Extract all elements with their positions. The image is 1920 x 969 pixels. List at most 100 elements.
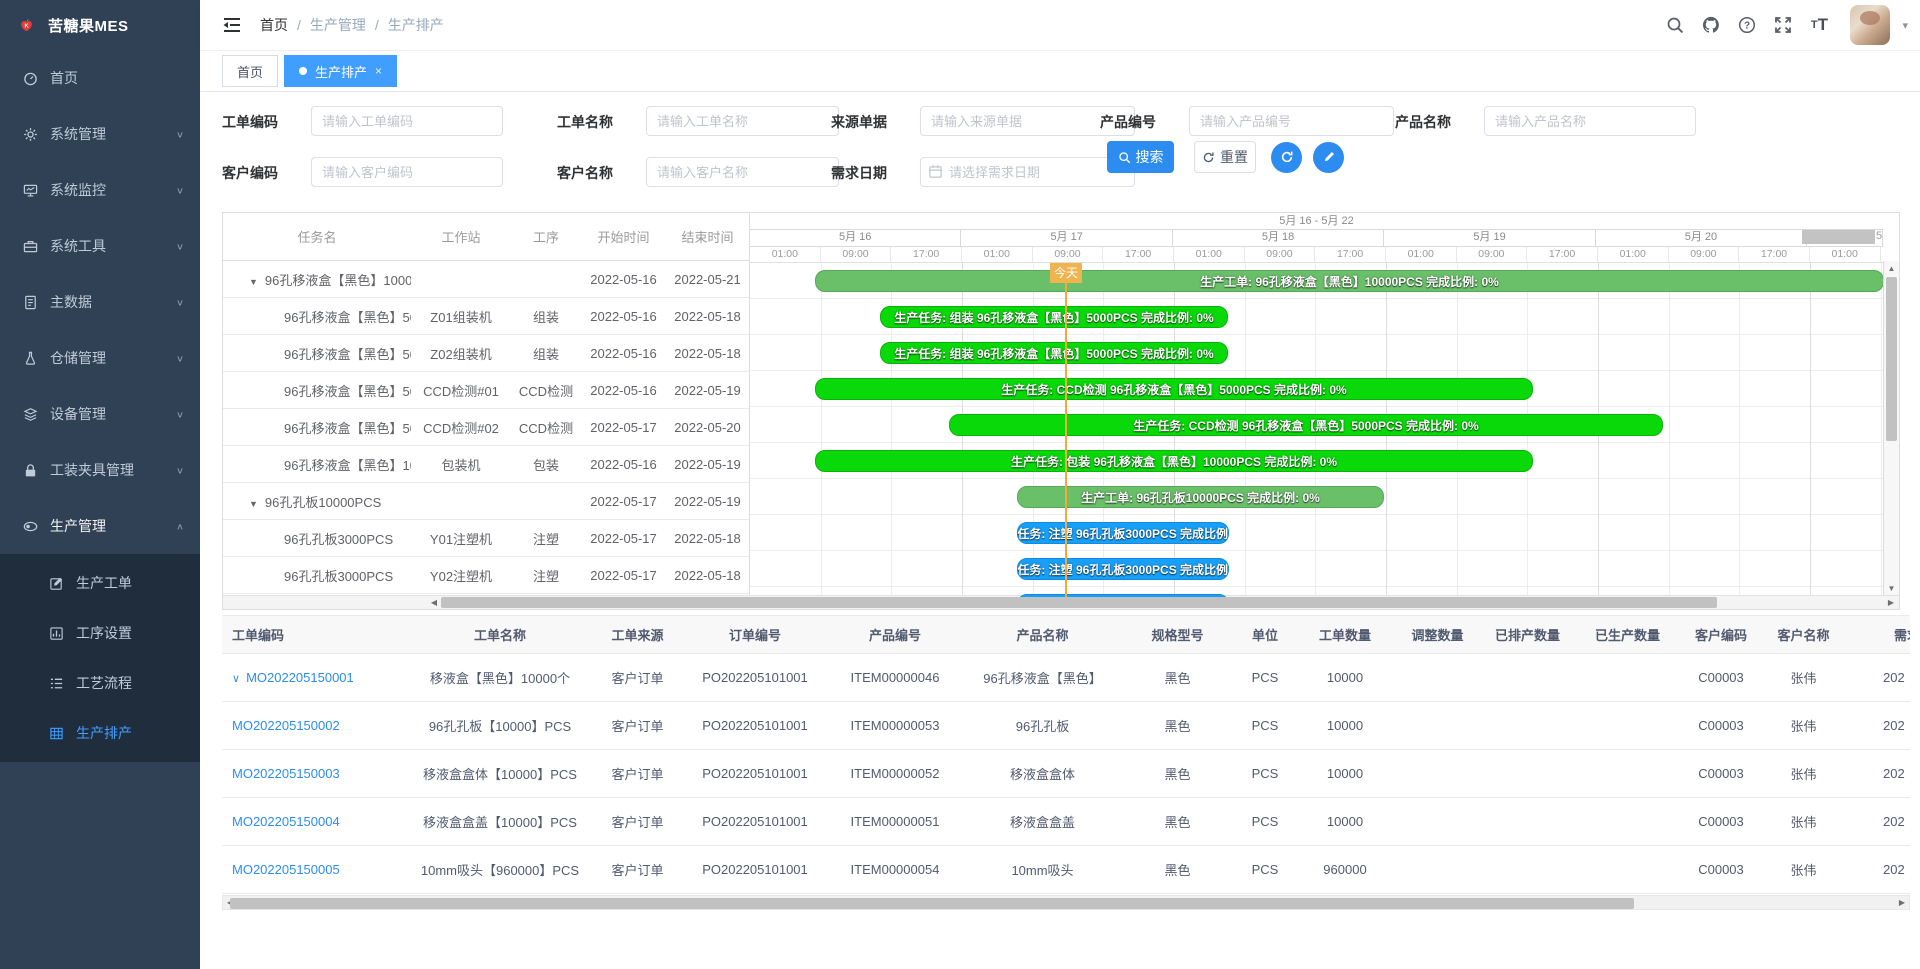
svg-text:K: K	[24, 23, 28, 29]
table-col-header: 客户名称	[1762, 616, 1845, 654]
sidebar-item-production-management[interactable]: 生产管理∧	[0, 498, 200, 554]
gantt-bar-task[interactable]: 生产任务: 组装 96孔移液盒【黑色】5000PCS 完成比例: 0%	[880, 342, 1228, 364]
github-icon[interactable]	[1698, 12, 1724, 38]
user-avatar[interactable]	[1850, 5, 1890, 45]
sidebar-item-system-tools[interactable]: 系统工具∨	[0, 218, 200, 274]
gantt-task-row[interactable]: ▼96孔孔板10000PCS2022-05-172022-05-19	[223, 483, 749, 520]
gantt-task-row[interactable]: 96孔孔板3000PCSY02注塑机注塑2022-05-172022-05-18	[223, 557, 749, 594]
search-button[interactable]: 搜索	[1107, 141, 1174, 173]
timeline-hour-cell: 17:00	[1527, 247, 1598, 262]
scroll-right-arrow-icon[interactable]: ▶	[1885, 596, 1897, 609]
gantt-bar-task-blue[interactable]: 生产任务: 注塑 96孔孔板3000PCS 完成比例: 0%	[1017, 558, 1229, 580]
customer-code-input[interactable]	[311, 157, 503, 187]
app-logo[interactable]: K 苦糖果MES	[0, 0, 200, 50]
table-horizontal-scrollbar[interactable]: ◀ ▶	[222, 895, 1910, 910]
sidebar-subitem-production-scheduling[interactable]: 生产排产	[0, 708, 200, 758]
sidebar-item-fixture-management[interactable]: 工装夹具管理∨	[0, 442, 200, 498]
timeline-day-cell: 5月 19	[1384, 230, 1595, 246]
navbar-actions: ? TT ▾	[1662, 5, 1908, 45]
font-size-icon[interactable]: TT	[1806, 12, 1832, 38]
tab-production-scheduling[interactable]: 生产排产×	[284, 55, 397, 87]
order-code-link[interactable]: MO202205150005	[232, 862, 340, 877]
sidebar-item-system-monitor[interactable]: 系统监控∨	[0, 162, 200, 218]
task-name-cell: 96孔移液盒【黑色】5000PCS	[223, 418, 411, 437]
question-icon[interactable]: ?	[1734, 12, 1760, 38]
table-row[interactable]: MO202205150003移液盒盒体【10000】PCS客户订单PO20220…	[222, 750, 1910, 798]
gantt-task-row[interactable]: 96孔孔板3000PCSY01注塑机注塑2022-05-172022-05-18	[223, 520, 749, 557]
demand-date-input[interactable]	[920, 157, 1135, 187]
gantt-task-row[interactable]: 96孔移液盒【黑色】5000PCSZ01组装机组装2022-05-162022-…	[223, 298, 749, 335]
table-row[interactable]: MO20220515000296孔孔板【10000】PCS客户订单PO20220…	[222, 702, 1910, 750]
sidebar-subitem-process-settings[interactable]: 工序设置	[0, 608, 200, 658]
breadcrumb-separator: /	[297, 17, 301, 33]
order-code-link[interactable]: MO202205150004	[232, 814, 340, 829]
search-icon	[1118, 151, 1131, 164]
work-order-name-input[interactable]	[646, 106, 839, 136]
close-icon[interactable]: ×	[375, 65, 382, 77]
scroll-up-arrow-icon[interactable]: ▲	[1884, 261, 1899, 275]
gantt-vertical-scrollbar[interactable]: ▲ ▼	[1883, 261, 1899, 595]
reset-button[interactable]: 重置	[1194, 141, 1256, 173]
task-name-cell: 96孔孔板3000PCS	[223, 529, 411, 548]
sidebar-item-equipment-management[interactable]: 设备管理∨	[0, 386, 200, 442]
sidebar-subitem-work-order[interactable]: 生产工单	[0, 558, 200, 608]
filter-field-product-code: 产品编号	[1100, 106, 1394, 138]
search-icon[interactable]	[1662, 12, 1688, 38]
gantt-hscroll-thumb[interactable]	[441, 597, 1717, 608]
gantt-bar-task-blue[interactable]: 生产任务: 注塑 96孔孔板3000PCS 完成比例: 0%	[1017, 522, 1229, 544]
table-row[interactable]: MO202205150004移液盒盒盖【10000】PCS客户订单PO20220…	[222, 798, 1910, 846]
gantt-bar-task[interactable]: 生产任务: 包装 96孔移液盒【黑色】10000PCS 完成比例: 0%	[815, 450, 1533, 472]
filter-field-demand-date: 需求日期	[831, 157, 1135, 189]
sidebar-item-system-management[interactable]: 系统管理∨	[0, 106, 200, 162]
chevron-down-icon: ∨	[176, 297, 184, 307]
gantt-horizontal-scrollbar[interactable]: ◀ ▶	[223, 595, 1899, 609]
brand-fruit-icon: K	[14, 13, 38, 37]
adjust-qty-cell	[1395, 846, 1480, 894]
scroll-down-arrow-icon[interactable]: ▼	[1884, 581, 1899, 595]
order-code-link[interactable]: MO202205150001	[246, 670, 354, 685]
gantt-bar-task-blue[interactable]: 生产任务: 注塑 96孔孔板3000PCS 完成比例: 0%	[1017, 594, 1229, 597]
order-code-cell: MO202205150003	[222, 750, 410, 798]
gantt-task-row[interactable]: 96孔移液盒【黑色】10000PCS包装机包装2022-05-162022-05…	[223, 446, 749, 483]
gantt-task-row[interactable]: 96孔移液盒【黑色】5000PCSCCD检测#01CCD检测2022-05-16…	[223, 372, 749, 409]
work-order-code-input[interactable]	[311, 106, 503, 136]
timeline-top-scrollbar-thumb[interactable]	[1802, 230, 1875, 244]
gantt-bar-task[interactable]: 生产任务: CCD检测 96孔移液盒【黑色】5000PCS 完成比例: 0%	[949, 414, 1663, 436]
sidebar-subitem-process-flow[interactable]: 工艺流程	[0, 658, 200, 708]
chevron-down-icon[interactable]: ▾	[1902, 19, 1908, 32]
collapse-caret-icon[interactable]: ▼	[249, 499, 258, 509]
gantt-vscroll-thumb[interactable]	[1886, 277, 1897, 441]
gantt-bar-workorder[interactable]: 生产工单: 96孔孔板10000PCS 完成比例: 0%	[1017, 486, 1384, 508]
scroll-right-arrow-icon[interactable]: ▶	[1896, 896, 1908, 909]
product-name-input[interactable]	[1484, 106, 1696, 136]
grid-icon	[48, 725, 64, 741]
refresh-circle-button[interactable]	[1271, 142, 1302, 173]
order-code-link[interactable]: MO202205150002	[232, 718, 340, 733]
sidebar-item-home[interactable]: 首页	[0, 50, 200, 106]
table-row[interactable]: ∨MO202205150001移液盒【黑色】10000个客户订单PO202205…	[222, 654, 1910, 702]
gantt-bar-workorder[interactable]: 生产工单: 96孔移液盒【黑色】10000PCS 完成比例: 0%	[815, 270, 1883, 292]
table-row[interactable]: MO20220515000510mm吸头【960000】PCS客户订单PO202…	[222, 846, 1910, 894]
app-root: K 苦糖果MES 首页系统管理∨系统监控∨系统工具∨主数据∨仓储管理∨设备管理∨…	[0, 0, 1920, 969]
breadcrumb-item[interactable]: 生产管理	[310, 15, 366, 35]
gantt-bar-task[interactable]: 生产任务: CCD检测 96孔移液盒【黑色】5000PCS 完成比例: 0%	[815, 378, 1533, 400]
product-code-input[interactable]	[1189, 106, 1394, 136]
gantt-task-row[interactable]: 96孔移液盒【黑色】5000PCSCCD检测#02CCD检测2022-05-17…	[223, 409, 749, 446]
customer-name-input[interactable]	[646, 157, 839, 187]
scroll-left-arrow-icon[interactable]: ◀	[428, 596, 440, 609]
fullscreen-icon[interactable]	[1770, 12, 1796, 38]
expand-caret-icon[interactable]: ∨	[232, 673, 240, 685]
sidebar-item-warehouse-management[interactable]: 仓储管理∨	[0, 330, 200, 386]
order-code-link[interactable]: MO202205150003	[232, 766, 340, 781]
breadcrumb-item[interactable]: 生产排产	[388, 15, 444, 35]
tab-home[interactable]: 首页	[222, 55, 278, 87]
table-hscroll-thumb[interactable]	[230, 898, 1634, 909]
chart-icon	[48, 625, 64, 641]
sidebar-item-master-data[interactable]: 主数据∨	[0, 274, 200, 330]
collapse-caret-icon[interactable]: ▼	[249, 277, 258, 287]
edit-circle-button[interactable]	[1313, 142, 1344, 173]
sidebar-toggle-icon[interactable]	[222, 15, 242, 35]
gantt-task-row[interactable]: 96孔移液盒【黑色】5000PCSZ02组装机组装2022-05-162022-…	[223, 335, 749, 372]
gantt-bar-task[interactable]: 生产任务: 组装 96孔移液盒【黑色】5000PCS 完成比例: 0%	[880, 306, 1228, 328]
gantt-task-row[interactable]: ▼96孔移液盒【黑色】10000PCS2022-05-162022-05-21	[223, 261, 749, 298]
